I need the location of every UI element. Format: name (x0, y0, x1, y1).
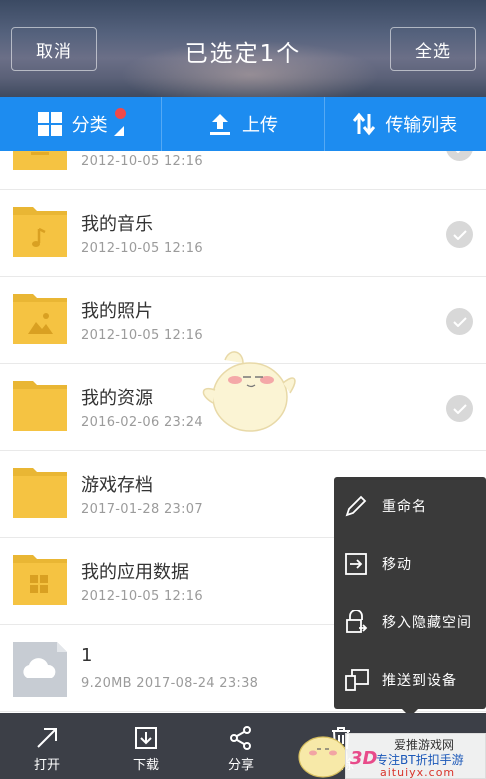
watermark-logo: 3D (350, 748, 378, 769)
watermark-line3: aituiyx.com (380, 766, 456, 779)
select-check[interactable] (446, 395, 473, 422)
share-icon (230, 726, 251, 750)
select-check[interactable] (446, 308, 473, 335)
checkmark-icon (452, 316, 467, 327)
photo-folder-icon (13, 294, 67, 344)
folder-icon (13, 381, 67, 431)
push-device-menu-item[interactable]: 推送到设备 (334, 651, 486, 709)
move-label: 移动 (382, 557, 412, 573)
file-meta: 2012-10-05 12:16 (81, 154, 203, 169)
category-button[interactable]: 分类 (0, 97, 161, 151)
move-file-icon (345, 553, 367, 575)
select-all-button[interactable]: 全选 (390, 27, 476, 71)
watermark-mascot (298, 736, 348, 778)
upload-icon (209, 114, 230, 135)
folder-icon (13, 151, 67, 170)
move-private-menu-item[interactable]: 移入隐藏空间 (334, 593, 486, 651)
push-device-label: 推送到设备 (382, 673, 457, 689)
file-meta: 2016-02-06 23:24 (81, 415, 203, 430)
folder-icon (13, 468, 67, 518)
mascot-sticker (202, 351, 296, 432)
transfer-list-button[interactable]: 传输列表 (323, 97, 486, 151)
file-name: 我的照片 (81, 301, 153, 322)
header-bar: 取消 已选定1个 全选 (0, 0, 486, 97)
file-row[interactable]: 2012-10-05 12:16 (0, 151, 486, 190)
file-name: 我的应用数据 (81, 562, 189, 583)
share-button[interactable]: 分享 (211, 713, 271, 779)
file-row[interactable]: 我的音乐 2012-10-05 12:16 (0, 190, 486, 277)
file-name: 游戏存档 (81, 475, 153, 496)
select-check[interactable] (446, 151, 473, 161)
file-meta: 2017-01-28 23:07 (81, 502, 203, 517)
open-label: 打开 (33, 758, 60, 773)
select-check[interactable] (446, 221, 473, 248)
cloud-file-icon (13, 642, 67, 697)
file-meta: 2012-10-05 12:16 (81, 241, 203, 256)
checkmark-icon (452, 229, 467, 240)
rename-label: 重命名 (382, 499, 427, 515)
rename-menu-item[interactable]: 重命名 (334, 477, 486, 535)
file-name: 我的音乐 (81, 214, 153, 235)
file-name: 我的资源 (81, 388, 153, 409)
transfer-label: 传输列表 (385, 115, 458, 136)
lock-icon (346, 610, 368, 633)
upload-button[interactable]: 上传 (161, 97, 323, 151)
move-private-label: 移入隐藏空间 (382, 615, 472, 631)
open-button[interactable]: 打开 (17, 713, 77, 779)
checkmark-icon (455, 151, 460, 153)
file-meta: 2012-10-05 12:16 (81, 589, 203, 604)
file-meta: 9.20MB 2017-08-24 23:38 (81, 676, 259, 691)
action-toolbar: 分类 上传 传输列表 (0, 97, 486, 151)
download-button[interactable]: 下载 (116, 713, 176, 779)
download-icon (135, 727, 157, 749)
download-label: 下载 (132, 758, 159, 773)
context-menu: 重命名 移动 移入隐藏空间 推送到设备 (334, 477, 486, 709)
move-menu-item[interactable]: 移动 (334, 535, 486, 593)
share-label: 分享 (227, 758, 254, 773)
notification-dot (115, 108, 126, 119)
category-label: 分类 (71, 115, 108, 136)
upload-label: 上传 (241, 115, 278, 136)
watermark-badge: 3D 爱推游戏网 专注BT折扣手游 aituiyx.com (345, 733, 486, 779)
transfer-arrows-icon (353, 112, 376, 136)
grid-icon (37, 112, 62, 136)
file-name: 1 (81, 645, 93, 666)
pencil-icon (345, 495, 367, 517)
music-folder-icon (13, 207, 67, 257)
dropdown-corner-icon (113, 126, 124, 136)
devices-icon (345, 669, 369, 691)
open-arrow-icon (37, 728, 57, 748)
file-meta: 2012-10-05 12:16 (81, 328, 203, 343)
app-folder-icon (13, 555, 67, 605)
checkmark-icon (452, 403, 467, 414)
